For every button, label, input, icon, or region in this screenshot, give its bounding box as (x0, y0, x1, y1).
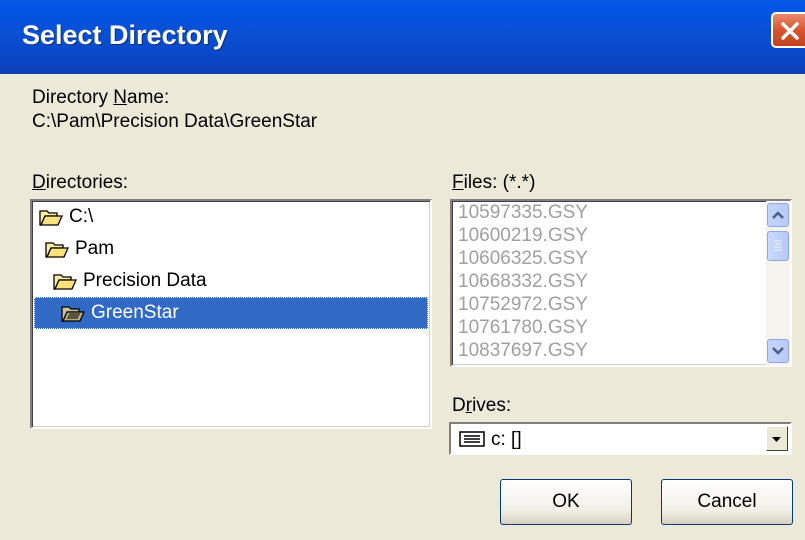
title-bar[interactable]: Select Directory (0, 0, 805, 74)
drives-dropdown-button[interactable] (766, 426, 788, 451)
chevron-up-icon (772, 211, 784, 219)
scroll-down-button[interactable] (767, 339, 789, 363)
directory-item-c[interactable]: C:\ (38, 201, 430, 233)
close-icon (781, 22, 799, 40)
files-list[interactable]: 10597335.GSY 10600219.GSY 10606325.GSY 1… (450, 199, 792, 367)
open-folder-icon (39, 210, 64, 226)
file-item[interactable]: 10752972.GSY (458, 293, 588, 317)
open-folder-icon (61, 306, 86, 322)
directories-label: Directories: (32, 172, 129, 193)
file-item[interactable]: 10837697.GSY (458, 339, 588, 363)
drives-selected-value: c: [] (491, 429, 522, 450)
scroll-up-button[interactable] (767, 203, 789, 227)
file-item[interactable]: 10761780.GSY (458, 316, 588, 340)
directories-list[interactable]: C:\ Pam Precision Data GreenStar (30, 199, 432, 429)
directory-item-label: Precision Data (83, 270, 207, 291)
file-item[interactable]: 10600219.GSY (458, 224, 588, 248)
drive-icon (459, 431, 485, 447)
ok-button[interactable]: OK (500, 479, 632, 525)
chevron-down-icon (772, 437, 781, 442)
cancel-button[interactable]: Cancel (661, 479, 793, 525)
window-title: Select Directory (22, 20, 228, 50)
directory-item-precision-data[interactable]: Precision Data (52, 265, 430, 297)
drives-label: Drives: (452, 395, 512, 416)
open-folder-icon (45, 242, 70, 258)
files-label: Files: (*.*) (452, 172, 536, 193)
file-item[interactable]: 10606325.GSY (458, 247, 588, 271)
directory-name-label: Directory Name: (32, 87, 170, 108)
files-scrollbar[interactable] (766, 201, 790, 365)
grip-icon (774, 240, 782, 251)
directory-item-label: C:\ (69, 206, 94, 227)
directory-item-pam[interactable]: Pam (44, 233, 430, 265)
directory-item-label: Pam (75, 238, 115, 259)
chevron-down-icon (772, 347, 784, 355)
directory-item-label: GreenStar (91, 302, 179, 323)
close-button[interactable] (771, 12, 805, 48)
open-folder-icon (53, 274, 78, 290)
file-item[interactable]: 10668332.GSY (458, 270, 588, 294)
drives-dropdown[interactable]: c: [] (449, 422, 792, 455)
file-item[interactable]: 10597335.GSY (458, 201, 588, 225)
directory-item-greenstar[interactable]: GreenStar (34, 297, 428, 329)
scroll-thumb[interactable] (767, 231, 789, 261)
directory-name-value: C:\Pam\Precision Data\GreenStar (32, 111, 318, 132)
